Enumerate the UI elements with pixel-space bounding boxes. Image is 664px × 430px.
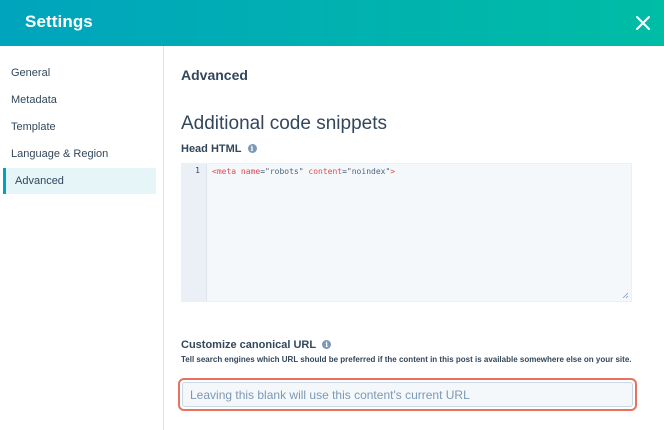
info-icon[interactable]: i — [247, 144, 257, 153]
close-button[interactable] — [632, 12, 654, 34]
code-attr-name: name — [240, 167, 261, 176]
canonical-url-label: Customize canonical URL i — [181, 339, 332, 351]
settings-sidebar: General Metadata Template Language & Reg… — [0, 46, 164, 430]
section-title: Advanced — [181, 67, 248, 83]
close-icon — [636, 16, 650, 30]
sidebar-item-template[interactable]: Template — [3, 114, 156, 140]
canonical-url-input[interactable] — [182, 382, 633, 407]
canonical-helper-text: Tell search engines which URL should be … — [181, 355, 632, 364]
header-title: Settings — [25, 12, 93, 31]
code-attr-content: content — [308, 167, 343, 176]
code-tag-open: <meta — [212, 167, 237, 176]
resize-handle-icon[interactable] — [621, 291, 629, 299]
code-line[interactable]: <meta name="robots" content="noindex"> — [212, 167, 395, 176]
code-tag-close: > — [390, 167, 396, 176]
canonical-url-highlight — [178, 378, 637, 411]
settings-main: Advanced Additional code snippets Head H… — [165, 46, 664, 430]
canonical-url-label-text: Customize canonical URL — [181, 339, 317, 351]
head-html-editor[interactable]: 1 <meta name="robots" content="noindex"> — [181, 163, 632, 302]
line-number: 1 — [195, 166, 200, 175]
sidebar-item-general[interactable]: General — [3, 60, 156, 86]
info-icon[interactable]: i — [322, 340, 332, 349]
head-html-label-text: Head HTML — [181, 143, 242, 155]
sidebar-item-advanced[interactable]: Advanced — [3, 168, 156, 194]
code-value-noindex: "noindex" — [346, 167, 391, 176]
editor-gutter: 1 — [182, 164, 207, 301]
code-value-robots: "robots" — [265, 167, 304, 176]
sidebar-item-metadata[interactable]: Metadata — [3, 87, 156, 113]
sidebar-item-language-region[interactable]: Language & Region — [3, 141, 156, 167]
settings-header: Settings — [0, 0, 664, 46]
head-html-label: Head HTML i — [181, 143, 257, 155]
page-heading: Additional code snippets — [181, 113, 387, 134]
